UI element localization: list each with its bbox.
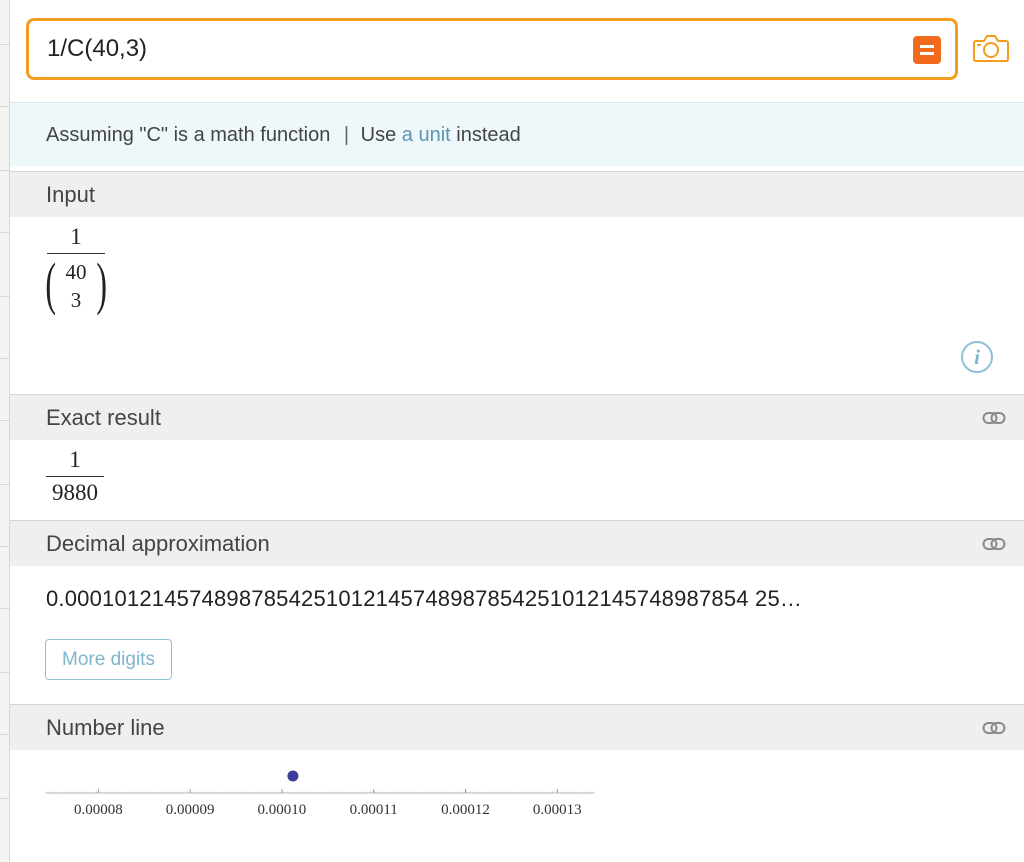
right-paren: ) [96,251,107,316]
rail-divider [0,546,10,547]
tick-label: 0.00012 [441,802,490,818]
rail-divider [0,170,10,171]
input-pod-header: Input [10,171,1024,217]
rail-divider [0,358,10,359]
link-icon[interactable] [982,408,1006,428]
tick-label: 0.00011 [350,802,398,818]
tick-label: 0.00009 [166,802,215,818]
fraction-bar [46,476,104,477]
exact-result-pod-header: Exact result [10,394,1024,440]
tick-label: 0.00008 [74,802,123,818]
decimal-pod-title: Decimal approximation [46,531,270,556]
input-numerator: 1 [70,224,82,249]
rail-divider [0,232,10,233]
use-unit-link[interactable]: a unit [402,124,451,146]
rail-divider [0,106,10,107]
number-line-chart: 0.00008 0.00009 0.00010 0.00011 0.00012 0.000… [0,750,1024,862]
camera-icon[interactable] [972,32,1010,64]
decimal-value: 0.00010121457489878542510121457489878542… [46,586,803,611]
number-line-svg: 0.00008 0.00009 0.00010 0.00011 0.00012 0.000… [45,770,595,818]
exact-denominator: 9880 [52,480,98,505]
tick-label: 0.00013 [533,802,582,818]
exact-result-fraction: 1 9880 [46,447,104,506]
link-icon[interactable] [982,718,1006,738]
tick-label: 0.00010 [258,802,307,818]
input-pod-title: Input [46,182,95,207]
rail-divider [0,608,10,609]
assumption-use-label: Use [360,124,397,146]
assumption-separator: | [343,124,350,146]
rail-divider [0,734,10,735]
query-text[interactable]: 1/C(40,3) [47,35,147,63]
value-point [287,770,299,782]
left-sidebar-edge [0,0,10,862]
equals-icon[interactable] [913,36,941,64]
number-line-pod-title: Number line [46,715,165,740]
number-line-pod-header: Number line [10,704,1024,750]
rail-divider [0,420,10,421]
exact-result-pod-title: Exact result [46,405,161,430]
decimal-pod-header: Decimal approximation [10,520,1024,566]
input-fraction: 1 ( 40 3 ) [45,224,107,316]
binomial-coefficient: ( 40 3 ) [45,251,107,316]
rail-divider [0,296,10,297]
rail-divider [0,44,10,45]
assumption-bar: Assuming "C" is a math function | Use a … [10,102,1024,166]
assumption-instead-label: instead [456,124,521,146]
query-input-field[interactable]: 1/C(40,3) [26,18,958,80]
info-icon[interactable]: i [961,341,993,373]
assumption-line: Assuming "C" is a math function | Use a … [46,124,521,147]
rail-divider [0,672,10,673]
assumption-text: Assuming "C" is a math function [46,124,331,146]
link-icon[interactable] [982,534,1006,554]
rail-divider [0,484,10,485]
more-digits-button[interactable]: More digits [45,639,172,680]
exact-numerator: 1 [69,447,81,472]
